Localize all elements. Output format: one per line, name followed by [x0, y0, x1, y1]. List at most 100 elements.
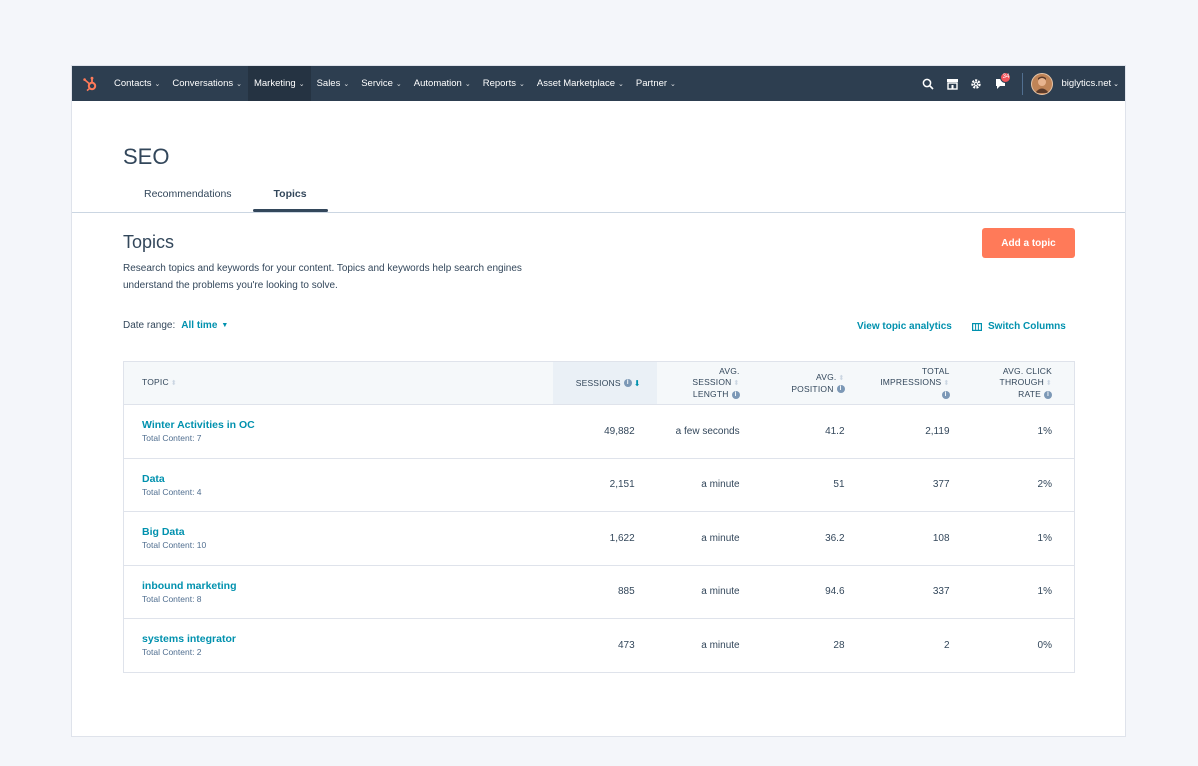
header-label: RATE: [1018, 389, 1041, 399]
header-label: IMPRESSIONS: [880, 377, 942, 387]
sort-icon: ⬍: [170, 380, 177, 387]
header-label: POSITION: [791, 383, 834, 394]
section-title: Topics: [123, 232, 175, 252]
topic-content-count: Total Content: 2: [142, 647, 202, 658]
nav-item-conversations[interactable]: Conversations ⌄: [166, 66, 248, 101]
nav-label: Partner: [635, 78, 668, 89]
ctr-cell: 1%: [971, 511, 1075, 566]
session-length-cell: a minute: [656, 565, 762, 619]
search-icon[interactable]: [916, 72, 940, 96]
nav-item-reports[interactable]: Reports ⌄: [477, 66, 531, 101]
session-length-cell: a minute: [656, 458, 762, 512]
switch-columns-button[interactable]: Switch Columns: [972, 321, 1066, 332]
column-header-total-impressions[interactable]: TOTAL IMPRESSIONS ⬍ i: [866, 361, 972, 405]
nav-item-automation[interactable]: Automation ⌄: [408, 66, 477, 101]
sort-icon: ⬍: [733, 380, 740, 387]
info-icon[interactable]: i: [836, 385, 845, 394]
marketplace-icon[interactable]: [940, 72, 964, 96]
avatar[interactable]: [1031, 72, 1054, 95]
column-header-avg-ctr[interactable]: AVG. CLICK THROUGH ⬍ RATE i: [971, 361, 1075, 405]
info-icon[interactable]: i: [941, 390, 950, 399]
chevron-down-icon: ⌄: [464, 80, 471, 88]
tab-topics[interactable]: Topics: [252, 179, 328, 212]
nav-divider: [1022, 72, 1024, 95]
topic-link[interactable]: Winter Activities in OC: [142, 419, 531, 431]
chevron-down-icon: ⌄: [236, 80, 242, 88]
header-label: LENGTH: [692, 389, 729, 399]
sort-icon: ⬍: [1045, 380, 1052, 387]
table-row: Winter Activities in OC Total Content: 7 …: [123, 404, 1075, 459]
nav-item-contacts[interactable]: Contacts ⌄: [108, 66, 166, 101]
caret-down-icon[interactable]: ▼: [221, 322, 228, 329]
table-row: systems integrator Total Content: 2 473 a…: [124, 619, 1075, 673]
nav-item-sales[interactable]: Sales ⌄: [311, 66, 356, 101]
info-icon[interactable]: i: [623, 379, 632, 388]
topic-link[interactable]: Data: [142, 473, 531, 485]
topic-content-count: Total Content: 8: [142, 593, 202, 604]
gear-icon[interactable]: [964, 72, 988, 96]
topic-link[interactable]: inbound marketing: [142, 580, 531, 592]
topic-link[interactable]: Big Data: [142, 526, 531, 538]
sort-icon: ⬍: [943, 380, 950, 387]
page-tabs: Recommendations Topics: [123, 179, 328, 212]
top-nav: Contacts ⌄ Conversations ⌄ Marketing ⌄ Sale…: [72, 66, 1125, 101]
notification-badge: 34: [1000, 71, 1012, 83]
nav-item-marketing[interactable]: Marketing ⌄: [247, 66, 311, 101]
account-name: biglytics.net: [1061, 78, 1112, 89]
nav-item-service[interactable]: Service ⌄: [355, 66, 408, 101]
info-icon[interactable]: i: [1044, 390, 1052, 399]
nav-item-partner[interactable]: Partner ⌄: [630, 66, 682, 101]
position-cell: 41.2: [761, 404, 867, 459]
session-length-cell: a minute: [701, 639, 740, 651]
topic-content-count: Total Content: 10: [142, 540, 207, 551]
topic-cell: Data Total Content: 4: [123, 458, 553, 512]
session-length-cell: a few seconds: [656, 404, 762, 459]
column-header-sessions[interactable]: SESSIONS i ⬇: [552, 361, 657, 405]
chevron-down-icon: ⌄: [618, 80, 624, 88]
chevron-down-icon: ⌄: [154, 80, 161, 88]
header-label: AVG.: [719, 366, 740, 376]
impressions-cell: 2: [943, 639, 950, 651]
sessions-cell: 885: [552, 565, 657, 619]
chevron-down-icon: ⌄: [298, 80, 305, 88]
nav-label: Service: [361, 78, 393, 89]
nav-label: Conversations: [172, 78, 234, 89]
account-menu[interactable]: biglytics.net ⌄: [1061, 78, 1119, 89]
add-topic-button[interactable]: Add a topic: [982, 228, 1075, 258]
nav-label: Sales: [316, 78, 341, 89]
position-cell: 94.6: [761, 565, 867, 619]
topic-cell: systems integrator Total Content: 2: [124, 619, 553, 673]
column-header-topic[interactable]: TOPIC ⬍: [123, 361, 553, 405]
column-header-avg-session-length[interactable]: AVG. SESSION ⬍ LENGTH i: [656, 361, 762, 405]
switch-columns-label: Switch Columns: [988, 321, 1066, 332]
sessions-cell: 49,882: [552, 404, 657, 459]
nav-label: Contacts: [114, 78, 152, 89]
topic-link[interactable]: systems integrator: [142, 633, 531, 645]
ctr-cell: 0%: [1037, 639, 1052, 651]
header-label: TOTAL: [921, 366, 950, 376]
header-label: SESSIONS: [575, 377, 621, 388]
impressions-cell: 337: [866, 565, 972, 619]
hubspot-logo-icon[interactable]: [72, 66, 108, 101]
impressions-cell: 108: [866, 511, 972, 566]
sessions-cell: 1,622: [552, 511, 657, 566]
date-range-select[interactable]: All time: [181, 320, 217, 331]
view-topic-analytics-link[interactable]: View topic analytics: [857, 321, 952, 332]
position-cell: 28: [833, 639, 845, 651]
tab-recommendations[interactable]: Recommendations: [123, 179, 253, 211]
table-header-row: TOPIC ⬍ SESSIONS i ⬇ AVG. SESSION ⬍ LENGTH i AV…: [123, 361, 1075, 405]
info-icon[interactable]: i: [731, 390, 740, 399]
ctr-cell: 1%: [971, 565, 1075, 619]
page-title: SEO: [123, 144, 170, 169]
position-cell: 51: [761, 458, 867, 512]
ctr-cell: 2%: [971, 458, 1075, 512]
nav-label: Reports: [482, 78, 516, 89]
topics-table: TOPIC ⬍ SESSIONS i ⬇ AVG. SESSION ⬍ LENGTH i AV…: [123, 361, 1075, 673]
table-row: Data Total Content: 4 2,151 a minute 51 3…: [123, 458, 1075, 512]
notifications-icon[interactable]: 34: [988, 71, 1012, 96]
nav-item-asset-marketplace[interactable]: Asset Marketplace ⌄: [531, 66, 630, 101]
column-header-avg-position[interactable]: AVG. ⬍ POSITION i: [761, 361, 867, 405]
chevron-down-icon: ⌄: [670, 80, 676, 88]
header-label: THROUGH: [999, 377, 1044, 387]
chevron-down-icon: ⌄: [1113, 81, 1119, 88]
